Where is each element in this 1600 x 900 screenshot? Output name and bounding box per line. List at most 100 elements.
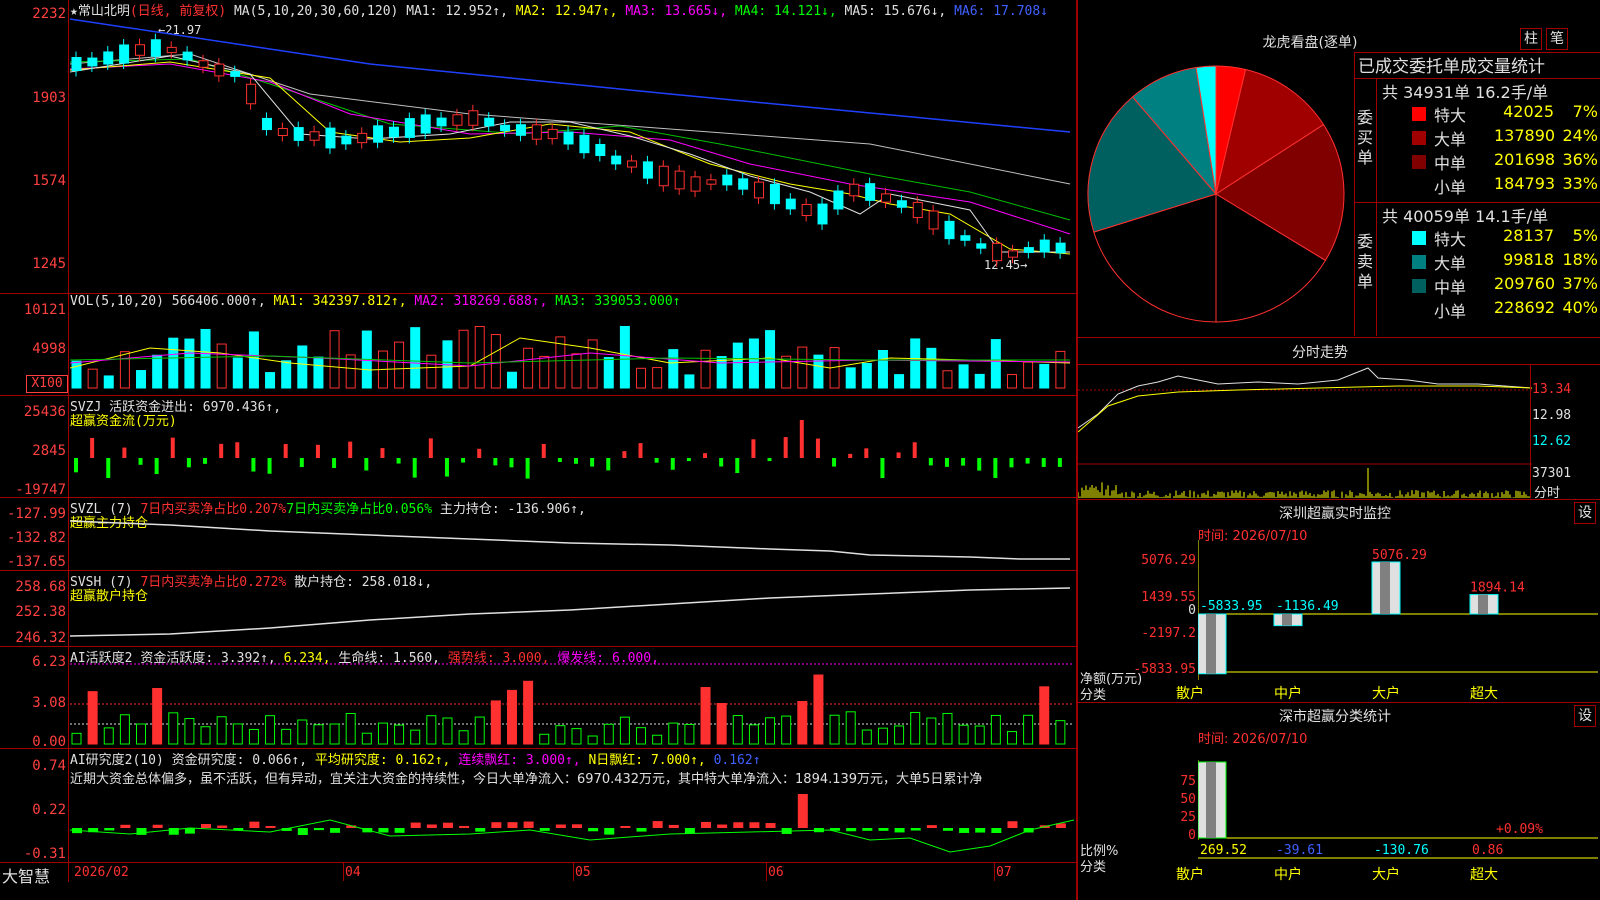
classify-chart[interactable]: 269.52 -39.61 -130.76 0.86 xyxy=(1198,760,1600,880)
vol-bar xyxy=(684,374,695,389)
dragon-pie-chart[interactable] xyxy=(1086,64,1348,326)
buy-row: 中单 201698 36% xyxy=(1408,150,1600,174)
candle-body xyxy=(150,39,161,57)
flow-bar xyxy=(541,443,546,458)
vol-bar xyxy=(168,337,179,389)
candle-body xyxy=(658,165,669,187)
candle-body xyxy=(468,110,479,126)
flow-bar xyxy=(74,458,78,473)
buy-row: 大单 137890 24% xyxy=(1408,126,1600,150)
candle-body xyxy=(293,127,304,141)
activity-bar xyxy=(361,732,372,745)
buy-label: 小单 xyxy=(1434,178,1467,197)
vol-bar xyxy=(748,338,759,389)
sell-value: 99818 xyxy=(1503,250,1554,269)
vol-bar xyxy=(87,368,98,389)
vol-header: VOL(5,10,20) 566406.000↑, MA1: 342397.81… xyxy=(70,294,681,309)
flow-bar xyxy=(719,458,724,467)
classify-settings-button[interactable]: 设 xyxy=(1574,705,1596,727)
color-swatch xyxy=(1412,107,1426,121)
vol-bar xyxy=(216,343,227,389)
sell-pct: 37% xyxy=(1562,274,1598,293)
activity-bar xyxy=(103,727,114,745)
candle-body xyxy=(611,155,622,165)
sell-pct: 18% xyxy=(1562,250,1598,269)
ai-res-d: N日飘红: 7.000↑, xyxy=(588,753,706,768)
research-bar xyxy=(136,828,147,835)
activity-bar xyxy=(232,723,243,745)
vol-unit-button[interactable]: X100 xyxy=(26,375,68,393)
svzj-ylabel-1: 2845 xyxy=(32,443,66,459)
flow-bar xyxy=(670,458,675,470)
buy-value: 137890 xyxy=(1494,126,1556,145)
x-label-3: 06 xyxy=(768,865,784,880)
candle-body xyxy=(1008,250,1019,258)
research-bar xyxy=(249,821,260,828)
bar-mode-button[interactable]: 柱 xyxy=(1520,28,1542,50)
research-bar xyxy=(878,828,889,831)
flow-bar xyxy=(638,443,643,458)
candle-body xyxy=(325,127,336,149)
order-mode-button[interactable]: 笔 xyxy=(1546,28,1568,50)
buy-row: 特大 42025 7% xyxy=(1408,102,1600,126)
activity-bar xyxy=(571,728,582,745)
color-swatch xyxy=(1412,231,1426,245)
flow-bar xyxy=(235,442,240,458)
activity-bar xyxy=(587,735,598,745)
realtime-category: 散户 xyxy=(1176,686,1204,702)
research-bar xyxy=(620,825,631,828)
activity-bar xyxy=(523,680,534,745)
candle-body xyxy=(198,60,209,68)
realtime-bar-shade xyxy=(1206,614,1216,674)
flow-bar xyxy=(283,444,288,458)
kline-ylabel-3: 1245 xyxy=(32,256,66,272)
flow-bar xyxy=(912,442,917,458)
realtime-chart[interactable]: -5833.95 -1136.49 5076.29 1894.14 xyxy=(1198,540,1600,700)
vol-bar xyxy=(265,372,276,389)
research-bar xyxy=(975,828,986,833)
research-bar xyxy=(313,828,324,831)
candle-body xyxy=(833,190,844,210)
candle-body xyxy=(388,126,399,138)
activity-bar xyxy=(942,712,953,745)
flow-bar xyxy=(509,458,514,468)
candle-body xyxy=(309,131,320,141)
activity-bar xyxy=(1023,714,1034,745)
research-bar xyxy=(749,822,760,828)
candle-body xyxy=(119,44,130,64)
candle-body xyxy=(420,114,431,134)
realtime-settings-button[interactable]: 设 xyxy=(1574,502,1596,524)
x-label-0: 2026/02 xyxy=(74,865,129,880)
buy-total: 共 34931单 16.2手/单 xyxy=(1382,83,1549,102)
realtime-bar-shade xyxy=(1478,594,1488,614)
dragon-title: 龙虎看盘(逐单) xyxy=(1262,35,1358,51)
research-bar xyxy=(152,824,163,828)
classify-category: 散户 xyxy=(1176,867,1204,883)
activity-bar xyxy=(555,725,566,745)
buy-pct: 33% xyxy=(1562,174,1598,193)
activity-bar xyxy=(119,714,130,745)
kline-chart[interactable] xyxy=(70,14,1074,292)
classify-axis-sub: 分类 xyxy=(1080,860,1107,875)
vol-bar xyxy=(668,349,679,389)
realtime-value-label: -5833.95 xyxy=(1200,599,1263,614)
flow-bar xyxy=(203,458,208,464)
vol-bar xyxy=(700,349,711,389)
vol-bar xyxy=(200,328,211,389)
activity-bar xyxy=(345,712,356,745)
activity-bar xyxy=(458,730,469,745)
candle-body xyxy=(579,134,590,154)
classify-ylabel-3: 0 xyxy=(1188,828,1196,843)
classify-title: 深市超赢分类统计 xyxy=(1279,709,1391,725)
intraday-chart[interactable] xyxy=(1078,366,1532,498)
research-bar xyxy=(991,828,1002,834)
candle-body xyxy=(500,124,511,132)
classify-bar-shade xyxy=(1206,762,1216,838)
research-bar xyxy=(717,824,728,828)
color-swatch xyxy=(1412,279,1426,293)
classify-ylabel-0: 75 xyxy=(1180,774,1196,789)
flow-bar xyxy=(1009,458,1014,468)
kline-ylabel-0: 2232 xyxy=(32,6,66,22)
color-swatch xyxy=(1412,155,1426,169)
svzl-ylabel-1: -132.82 xyxy=(6,530,66,546)
